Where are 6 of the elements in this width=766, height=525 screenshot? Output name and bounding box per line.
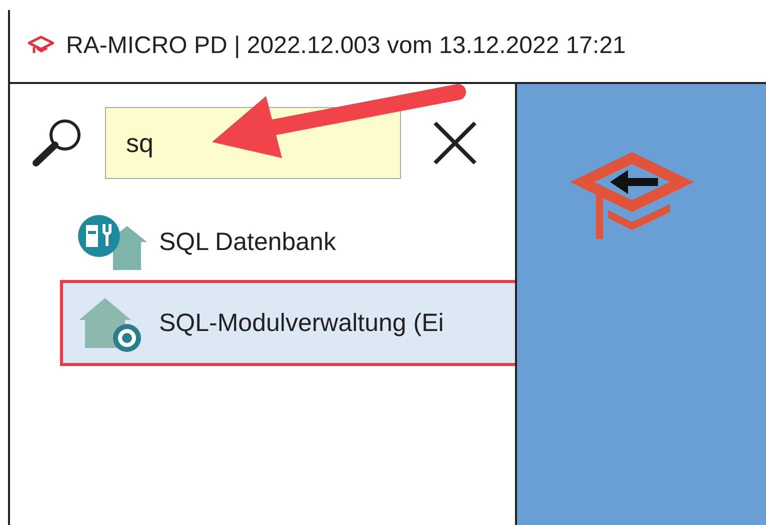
result-item[interactable]: SQL Datenbank [60,208,515,276]
graduation-cap-icon [28,36,54,56]
window-title: RA-MICRO PD | 2022.12.003 vom 13.12.2022 17:21 [66,32,626,60]
result-item[interactable]: SQL-Modulverwaltung (Ei [60,280,515,366]
database-house-icon [77,212,147,272]
close-button[interactable] [431,119,479,167]
